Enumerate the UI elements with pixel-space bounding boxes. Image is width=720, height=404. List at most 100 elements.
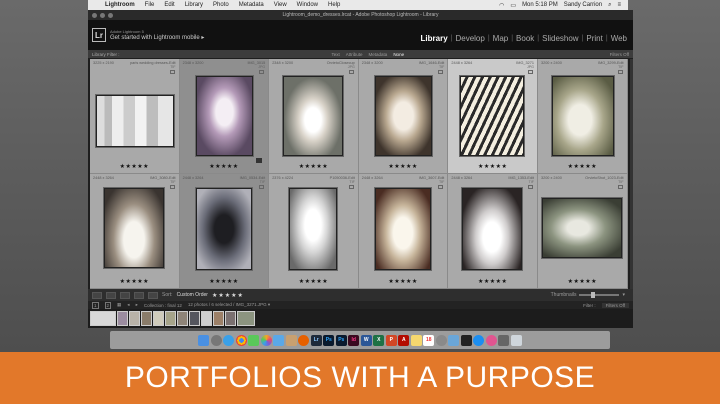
notes-icon[interactable] [410,334,422,346]
photoshop-icon[interactable]: Ps [323,334,335,346]
firefox-icon[interactable] [298,334,310,346]
filter-none[interactable]: None [393,52,404,57]
flag-icon[interactable] [527,185,533,189]
rating-stars[interactable]: ★★★★★ [269,278,358,285]
calendar-icon[interactable]: 18 [423,334,435,346]
module-library[interactable]: Library [419,34,450,43]
rating-stars[interactable]: ★★★★★ [448,163,537,170]
module-develop[interactable]: Develop [453,34,486,43]
battery-icon[interactable]: ▭ [507,2,519,9]
flag-icon[interactable] [169,185,175,189]
rating-stars[interactable]: ★★★★★ [538,278,627,285]
filmstrip-thumb[interactable] [90,311,116,326]
filmstrip-thumb[interactable] [153,311,164,326]
finder-icon[interactable] [198,334,210,346]
grid-cell[interactable]: 3225 x 2190 paris wedding dresses-Edit TI… [90,59,180,174]
filmstrip-thumb[interactable] [201,311,212,326]
powerpoint-icon[interactable]: P [385,334,397,346]
rating-stars[interactable]: ★★★★★ [180,278,269,285]
launchpad-icon[interactable] [210,334,222,346]
mail-icon[interactable] [273,334,285,346]
spotlight-icon[interactable]: ⌕ [605,2,614,9]
list-icon[interactable]: ≡ [614,2,624,8]
filmstrip-filter-select[interactable]: Filters Off [601,302,629,308]
rating-stars[interactable]: ★★★★★ [448,278,537,285]
photo-thumbnail[interactable] [283,76,344,156]
photo-thumbnail[interactable] [541,198,622,258]
painter-icon[interactable] [148,291,158,299]
trash-icon[interactable] [510,334,522,346]
filter-preset[interactable]: Filters Off [610,52,629,57]
filmstrip-thumb[interactable] [165,311,176,326]
page-1-button[interactable]: 1 [92,301,99,309]
menu-photo[interactable]: Photo [208,2,234,8]
photo-thumbnail[interactable] [462,188,523,270]
camera-icon[interactable] [498,334,510,346]
module-web[interactable]: Web [609,34,629,43]
contacts-icon[interactable] [285,334,297,346]
forward-arrow-icon[interactable]: ▸ [136,302,138,308]
module-print[interactable]: Print [584,34,604,43]
wifi-icon[interactable]: ◠ [496,2,507,9]
app-store-icon[interactable] [473,334,485,346]
rating-stars[interactable]: ★★★★★ [538,163,627,170]
flag-icon[interactable] [527,70,533,74]
grid-cell-selected[interactable]: 2448 x 3264 IMG_3271 JPG ★★★★★ [448,59,538,174]
flag-icon[interactable] [617,70,623,74]
module-map[interactable]: Map [491,34,511,43]
filmstrip-thumb[interactable] [225,311,236,326]
filter-metadata[interactable]: Metadata [369,52,388,57]
grid-cell[interactable]: 2448 x 3264 IMG_3080-Edit TIF ★★★★★ [90,174,180,289]
flag-icon[interactable] [438,70,444,74]
grid-icon[interactable]: ▦ [117,302,121,308]
menu-library[interactable]: Library [180,2,208,8]
page-2-button[interactable]: 2 [104,301,112,309]
menu-window[interactable]: Window [292,2,323,8]
flag-icon[interactable] [259,70,265,74]
photos-icon[interactable] [260,334,272,346]
module-book[interactable]: Book [514,34,536,43]
rating-stars[interactable]: ★★★★★ [359,163,448,170]
indesign-icon[interactable]: Id [348,334,360,346]
survey-view-button[interactable] [134,291,144,299]
filmstrip-thumb[interactable] [177,311,188,326]
toolbar-menu-chevron-icon[interactable]: ▾ [622,292,625,298]
selection-status[interactable]: 12 photos / 6 selected / IMG_3271.JPG ▾ [188,302,270,308]
photo-thumbnail[interactable] [195,76,253,156]
module-slideshow[interactable]: Slideshow [540,34,580,43]
safari-icon[interactable] [223,334,235,346]
flag-icon[interactable] [259,185,265,189]
filmstrip-thumb[interactable] [213,311,224,326]
acrobat-icon[interactable]: A [398,334,410,346]
photoshop-alt-icon[interactable]: Ps [335,334,347,346]
flag-icon[interactable] [169,70,175,74]
excel-icon[interactable]: X [373,334,385,346]
rating-stars[interactable]: ★★★★★ [180,163,269,170]
thumbnail-size-slider[interactable] [579,292,620,298]
identity-line2[interactable]: Get started with Lightroom mobile ▸ [110,34,204,41]
grid-cell[interactable]: 2348 x 3200 OrvietoClosecup JPG ★★★★★ [269,59,359,174]
filmstrip-thumb[interactable] [237,311,255,326]
grid-cell[interactable]: 3200 x 2400 IMG_3299-Edit TIF ★★★★★ [537,59,628,174]
rating-stars[interactable]: ★★★★★ [359,278,448,285]
grid-cell[interactable]: 2448 x 3264 IMG_1353-Edit TIF ★★★★★ [448,174,538,289]
user-name[interactable]: Sandy Carrion [561,2,605,8]
grid-cell[interactable]: 3200 x 2400 OrvietoShot_1023-Edit TIF ★★★… [537,174,628,289]
menu-metadata[interactable]: Metadata [234,2,269,8]
filter-attribute[interactable]: Attribute [346,52,363,57]
grid-cell[interactable]: 2348 x 3200 IMG_3015 JPG ★★★★★ [179,59,270,174]
photo-thumbnail[interactable] [551,76,614,156]
lightroom-icon[interactable]: Lr [310,334,322,346]
word-icon[interactable]: W [360,334,372,346]
itunes-icon[interactable] [485,334,497,346]
loupe-view-button[interactable] [106,291,116,299]
back-arrow-icon[interactable]: ◂ [127,302,129,308]
rating-stars[interactable]: ★★★★★ [269,163,358,170]
photo-thumbnail[interactable] [374,76,432,156]
photo-thumbnail[interactable] [289,188,338,270]
photo-thumbnail[interactable] [374,188,431,270]
rating-stars[interactable]: ★★★★★ [90,278,179,285]
flag-icon[interactable] [438,185,444,189]
photo-thumbnail[interactable] [96,95,174,147]
filmstrip-thumb[interactable] [141,311,152,326]
